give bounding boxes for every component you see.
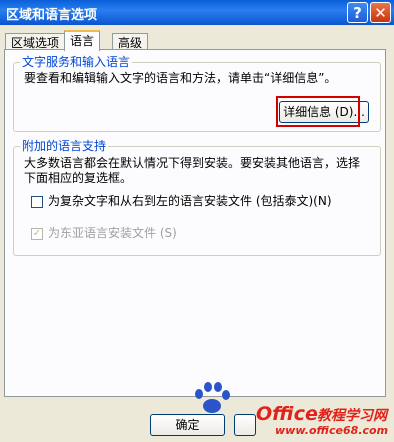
supplemental-description-line1: 大多数语言都会在默认情况下得到安装。要安装其他语言，选择 <box>24 156 361 170</box>
watermark-url: www.office68.com <box>275 424 389 437</box>
watermark-brand: 教程学习网 <box>317 408 387 424</box>
supplemental-legend: 附加的语言支持 <box>20 139 109 153</box>
complex-script-checkbox[interactable] <box>31 196 43 208</box>
paw-logo-icon <box>195 382 230 413</box>
watermark-office: Office <box>256 403 318 425</box>
tab-languages[interactable]: 语言 <box>64 30 101 51</box>
cancel-button[interactable] <box>234 414 256 436</box>
east-asian-label: 为东亚语言安装文件 (S) <box>48 226 177 240</box>
supplemental-description-line2: 下面相应的复选框。 <box>24 171 133 185</box>
highlight-box <box>276 96 360 127</box>
title-bar: 区域和语言选项 ? ✕ <box>0 0 394 25</box>
text-services-description: 要查看和编辑输入文字的语言和方法，请单击“详细信息”。 <box>24 71 337 85</box>
east-asian-checkbox: ✓ <box>31 228 43 240</box>
complex-script-label[interactable]: 为复杂文字和从右到左的语言安装文件 (包括泰文)(N) <box>48 194 332 209</box>
help-button[interactable]: ? <box>347 2 368 23</box>
ok-button[interactable]: 确定 <box>150 414 225 436</box>
text-services-legend: 文字服务和输入语言 <box>20 55 133 69</box>
window-title: 区域和语言选项 <box>6 8 98 23</box>
close-button[interactable]: ✕ <box>370 2 391 23</box>
